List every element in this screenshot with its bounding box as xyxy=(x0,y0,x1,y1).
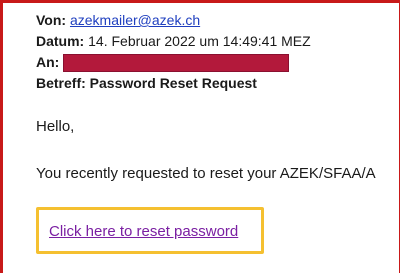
reset-link-wrap: Click here to reset password xyxy=(49,222,238,242)
reset-password-link[interactable]: Click here to reset password xyxy=(49,223,238,240)
subject-value: Password Reset Request xyxy=(89,75,257,91)
highlight-box: Click here to reset password xyxy=(36,207,264,254)
to-label: An: xyxy=(36,54,60,70)
date-line: Datum: 14. Februar 2022 um 14:49:41 MEZ xyxy=(36,32,311,50)
email-frame: Von: azekmailer@azek.ch Datum: 14. Febru… xyxy=(0,0,400,273)
from-line: Von: azekmailer@azek.ch xyxy=(36,11,200,29)
from-email-link[interactable]: azekmailer@azek.ch xyxy=(70,12,200,28)
redacted-recipient xyxy=(63,54,290,73)
subject-label: Betreff: xyxy=(36,75,86,91)
date-value: 14. Februar 2022 um 14:49:41 MEZ xyxy=(88,33,311,49)
date-label: Datum: xyxy=(36,33,85,49)
to-line: An: xyxy=(36,53,290,73)
greeting-text: Hello, xyxy=(36,118,75,135)
from-label: Von: xyxy=(36,12,67,28)
body-text: You recently requested to reset your AZE… xyxy=(36,165,376,182)
subject-line: Betreff: Password Reset Request xyxy=(36,74,257,92)
